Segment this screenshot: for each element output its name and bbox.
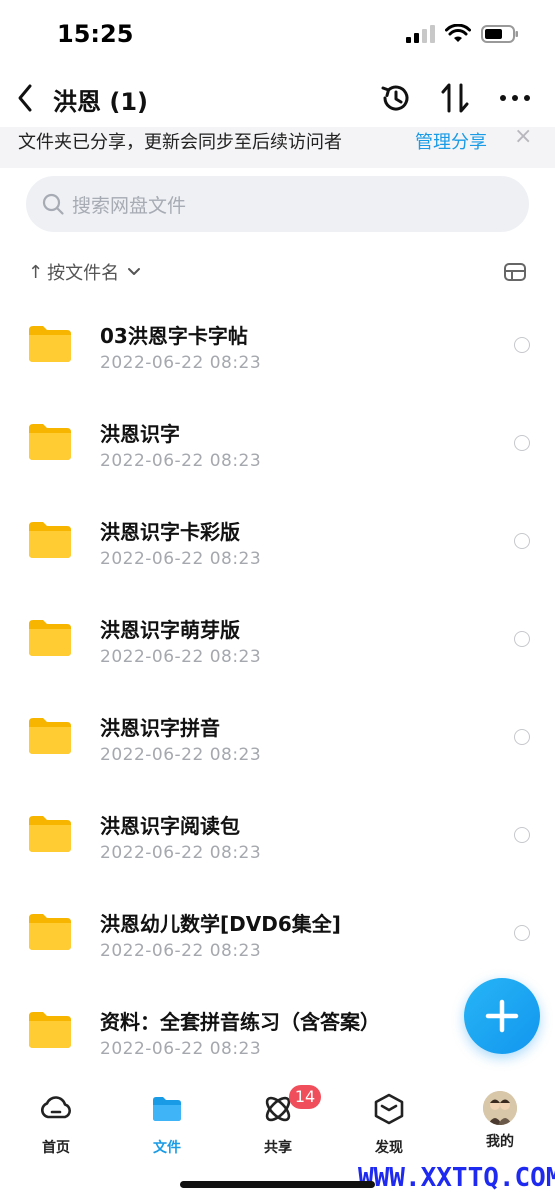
- tab-discover-label: 发现: [375, 1140, 403, 1156]
- cube-icon: [374, 1093, 404, 1125]
- folder-icon: [29, 522, 71, 558]
- transfer-arrows-icon: [441, 83, 469, 113]
- file-date: 2022-06-22 08:23: [100, 941, 262, 961]
- file-name: 洪恩识字卡彩版: [100, 520, 240, 544]
- more-button[interactable]: [497, 80, 533, 116]
- select-radio[interactable]: [514, 827, 530, 843]
- file-date: 2022-06-22 08:23: [100, 647, 262, 667]
- folder-icon: [153, 1097, 181, 1121]
- select-radio[interactable]: [514, 337, 530, 353]
- sort-arrow-icon: ↑: [28, 261, 44, 283]
- page-title: 洪恩 (1): [53, 88, 148, 116]
- select-radio[interactable]: [514, 435, 530, 451]
- file-name: 洪恩识字阅读包: [100, 814, 240, 838]
- folder-icon: [29, 1012, 71, 1048]
- share-badge: 14: [289, 1085, 321, 1109]
- wifi-icon: [445, 24, 471, 42]
- tab-files[interactable]: 文件: [127, 1091, 207, 1156]
- status-bar: 15:25: [0, 0, 555, 70]
- file-date: 2022-06-22 08:23: [100, 549, 262, 569]
- file-date: 2022-06-22 08:23: [100, 353, 262, 373]
- share-banner-text: 文件夹已分享，更新会同步至后续访问者: [18, 132, 342, 153]
- tab-me[interactable]: 我的: [460, 1091, 540, 1155]
- select-radio[interactable]: [514, 631, 530, 647]
- manage-share-link[interactable]: 管理分享: [415, 128, 487, 154]
- chevron-down-icon: [128, 268, 141, 275]
- chevron-left-icon: [18, 84, 32, 112]
- cloud-icon: [41, 1096, 71, 1119]
- share-banner: 文件夹已分享，更新会同步至后续访问者 管理分享 ×: [0, 124, 555, 168]
- search-icon: [42, 193, 64, 215]
- file-row[interactable]: 洪恩识字拼音 2022-06-22 08:23: [0, 692, 555, 790]
- status-icons: [405, 24, 519, 44]
- plus-icon: [485, 999, 519, 1033]
- file-date: 2022-06-22 08:23: [100, 1039, 262, 1059]
- file-list: 03洪恩字卡字帖 2022-06-22 08:23 洪恩识字 2022-06-22 0…: [0, 300, 555, 1084]
- cellular-signal-icon: [406, 25, 435, 43]
- file-name: 洪恩幼儿数学[DVD6集全]: [100, 912, 341, 936]
- folder-icon: [29, 424, 71, 460]
- folder-icon: [29, 914, 71, 950]
- history-icon: [381, 85, 409, 111]
- tab-home-label: 首页: [42, 1140, 70, 1156]
- avatar-image: [483, 1091, 517, 1125]
- file-date: 2022-06-22 08:23: [100, 843, 262, 863]
- sort-dropdown[interactable]: ↑ 按文件名: [28, 259, 141, 285]
- file-row[interactable]: 洪恩识字 2022-06-22 08:23: [0, 398, 555, 496]
- more-dots-icon: [500, 95, 530, 101]
- tab-share-label: 共享: [264, 1140, 292, 1156]
- close-banner-button[interactable]: ×: [514, 124, 532, 149]
- file-name: 03洪恩字卡字帖: [100, 324, 248, 348]
- tab-home[interactable]: 首页: [16, 1091, 96, 1156]
- back-button[interactable]: [12, 80, 40, 116]
- file-row[interactable]: 洪恩识字阅读包 2022-06-22 08:23: [0, 790, 555, 888]
- add-button[interactable]: [464, 978, 540, 1054]
- file-name: 洪恩识字拼音: [100, 716, 220, 740]
- file-name: 洪恩识字: [100, 422, 180, 446]
- history-button[interactable]: [378, 80, 414, 116]
- file-row[interactable]: 03洪恩字卡字帖 2022-06-22 08:23: [0, 300, 555, 398]
- watermark: WWW.XXTTQ.COM: [358, 1163, 555, 1193]
- file-name: 洪恩识字萌芽版: [100, 618, 240, 642]
- sort-bar: ↑ 按文件名: [0, 252, 555, 292]
- folder-icon: [29, 816, 71, 852]
- file-row[interactable]: 洪恩幼儿数学[DVD6集全] 2022-06-22 08:23: [0, 888, 555, 986]
- tab-discover[interactable]: 发现: [349, 1091, 429, 1156]
- view-mode-icon[interactable]: [503, 260, 527, 284]
- file-row[interactable]: 洪恩识字萌芽版 2022-06-22 08:23: [0, 594, 555, 692]
- file-row[interactable]: 洪恩识字卡彩版 2022-06-22 08:23: [0, 496, 555, 594]
- search-input[interactable]: 搜索网盘文件: [26, 176, 529, 232]
- battery-icon: [481, 25, 518, 43]
- select-radio[interactable]: [514, 925, 530, 941]
- search-placeholder: 搜索网盘文件: [72, 195, 187, 217]
- sort-label: 按文件名: [47, 263, 120, 284]
- folder-icon: [29, 718, 71, 754]
- tab-files-label: 文件: [153, 1140, 181, 1156]
- status-time: 15:25: [57, 20, 134, 48]
- select-radio[interactable]: [514, 729, 530, 745]
- transfer-button[interactable]: [437, 80, 473, 116]
- folder-icon: [29, 326, 71, 362]
- file-date: 2022-06-22 08:23: [100, 451, 262, 471]
- file-name: 资料：全套拼音练习（含答案）: [100, 1010, 380, 1034]
- nav-header: 洪恩 (1): [0, 70, 555, 126]
- home-indicator: [180, 1181, 375, 1188]
- avatar: [483, 1091, 517, 1125]
- select-radio[interactable]: [514, 533, 530, 549]
- folder-icon: [29, 620, 71, 656]
- tab-me-label: 我的: [486, 1134, 514, 1150]
- file-date: 2022-06-22 08:23: [100, 745, 262, 765]
